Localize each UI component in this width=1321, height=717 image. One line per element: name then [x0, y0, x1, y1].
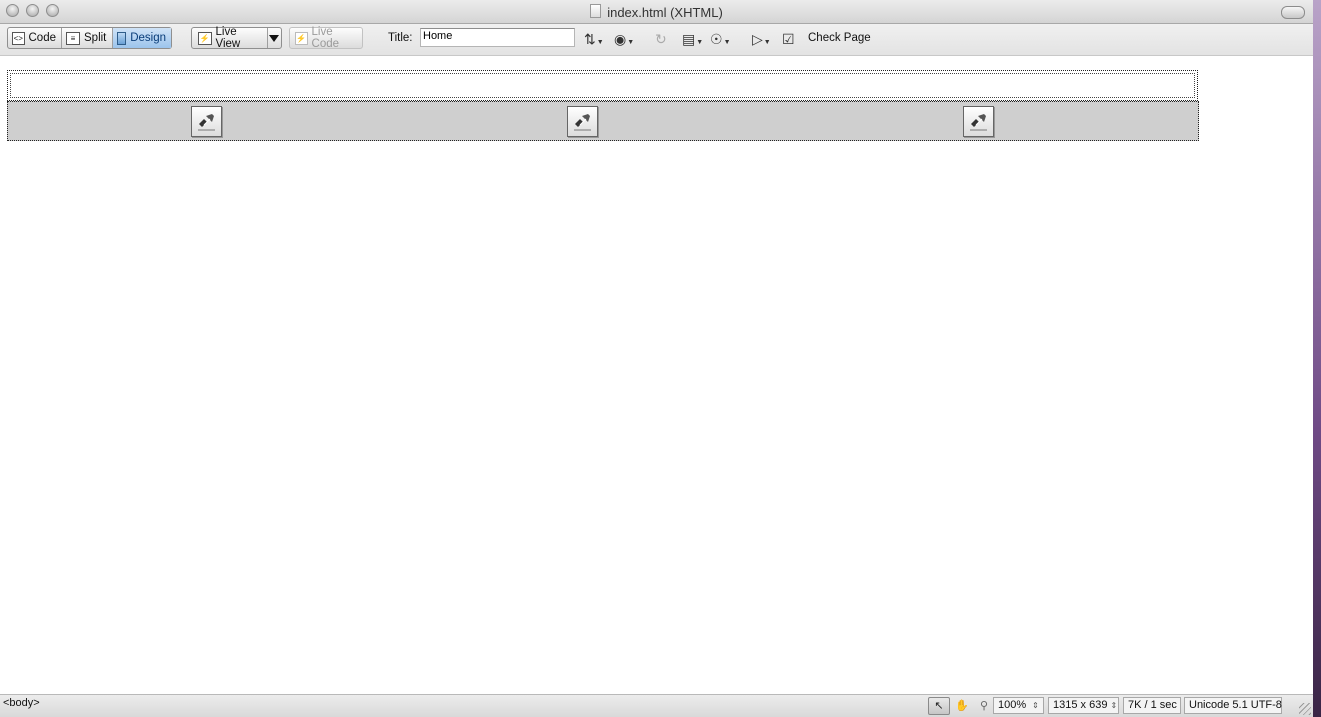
image-placeholder[interactable] [191, 106, 222, 137]
window-title: index.html (XHTML) [0, 4, 1313, 20]
plugin-placeholder-icon [198, 114, 215, 131]
magnifier-icon: ⚲ [979, 700, 989, 712]
page-title-label: Title: [388, 32, 413, 44]
check-page-icon: ☑ [782, 30, 795, 47]
refresh-icon: ↻ [655, 30, 667, 47]
tag-selector[interactable]: <body> [3, 697, 40, 709]
toolbar-toggle-button[interactable] [1281, 6, 1305, 19]
window-size-select[interactable]: 1315 x 639 ⇕ [1048, 697, 1119, 714]
zoom-tool[interactable]: ⚲ [974, 698, 994, 714]
code-view-button[interactable]: <> Code [8, 28, 62, 48]
zoom-value: 100% [998, 699, 1027, 711]
dropdown-arrow-icon: ▼ [763, 39, 771, 46]
design-view-icon [117, 31, 127, 45]
file-management-icon: ⇅ [584, 30, 596, 47]
view-options-button[interactable]: ☉ ▼ [710, 30, 731, 48]
globe-icon: ◉ [614, 30, 627, 47]
select-tool[interactable]: ↖ [928, 696, 950, 715]
navigation-bar[interactable] [7, 101, 1199, 141]
live-code-label: Live Code [311, 26, 340, 50]
header-inner-div[interactable] [10, 73, 1195, 98]
plugin-placeholder-icon [970, 114, 987, 131]
live-code-icon: ⚡ [295, 31, 308, 45]
eye-icon: ☉ [710, 30, 723, 47]
code-view-icon: <> [12, 31, 25, 45]
validate-markup-button[interactable]: ▷ ▼ [752, 30, 771, 48]
split-view-label: Split [84, 32, 107, 44]
design-canvas[interactable] [0, 56, 1313, 694]
window-size-value: 1315 x 639 [1053, 699, 1108, 711]
canvas-tools: ↖ ✋ ⚲ [928, 696, 994, 715]
live-code-button[interactable]: ⚡ Live Code [289, 26, 363, 50]
file-management-button[interactable]: ⇅ ▼ [584, 30, 604, 48]
dropdown-arrow-icon: ▼ [627, 39, 635, 46]
hand-tool[interactable]: ✋ [952, 698, 972, 714]
image-placeholder[interactable] [567, 106, 598, 137]
download-stats: 7K / 1 sec [1123, 697, 1181, 714]
stepper-arrows-icon: ⇕ [1110, 701, 1118, 710]
encoding-indicator: Unicode 5.1 UTF-8 [1184, 697, 1282, 714]
live-view-group: ⚡ Live View [191, 26, 282, 50]
dreamweaver-document-window: index.html (XHTML) <> Code ≡ Split Desig… [0, 0, 1313, 717]
download-stats-value: 7K / 1 sec [1128, 699, 1177, 711]
encoding-value: Unicode 5.1 UTF-8 [1189, 699, 1282, 711]
check-page-button[interactable]: ☑ [782, 30, 795, 48]
resize-grip[interactable] [1299, 703, 1311, 715]
dropdown-arrow-icon: ▼ [696, 39, 704, 46]
zoom-select[interactable]: 100% ⇕ [993, 697, 1044, 714]
live-view-label: Live View [215, 26, 241, 50]
document-toolbar: <> Code ≡ Split Design ⚡ Live View ⚡ Liv… [0, 24, 1313, 56]
plugin-placeholder-icon [574, 114, 591, 131]
header-div[interactable] [7, 70, 1198, 101]
dropdown-arrow-icon: ▼ [723, 39, 731, 46]
live-view-button[interactable]: ⚡ Live View [192, 26, 268, 50]
split-view-icon: ≡ [66, 31, 80, 45]
design-view-label: Design [130, 32, 166, 44]
validate-icon: ▷ [752, 30, 763, 47]
status-bar: <body> ↖ ✋ ⚲ 100% ⇕ 1315 x 639 ⇕ 7K / 1 se… [0, 694, 1313, 717]
page-title-input[interactable] [420, 28, 575, 47]
design-view-button[interactable]: Design [113, 28, 171, 48]
split-view-button[interactable]: ≡ Split [62, 28, 113, 48]
caret-down-icon [269, 34, 280, 42]
live-view-icon: ⚡ [198, 31, 212, 45]
arrow-pointer-icon: ↖ [934, 700, 944, 712]
desktop-background [1313, 0, 1321, 717]
visual-aids-button[interactable]: ▤ ▼ [682, 30, 703, 48]
stepper-arrows-icon: ⇕ [1032, 701, 1039, 710]
image-placeholder[interactable] [963, 106, 994, 137]
live-view-dropdown[interactable] [268, 28, 281, 48]
view-switcher: <> Code ≡ Split Design [7, 27, 172, 49]
refresh-button[interactable]: ↻ [655, 30, 667, 48]
dropdown-arrow-icon: ▼ [596, 39, 604, 46]
document-icon [590, 4, 602, 18]
code-view-label: Code [28, 32, 57, 44]
check-page-label[interactable]: Check Page [808, 32, 871, 44]
title-bar: index.html (XHTML) [0, 0, 1313, 24]
preview-browser-button[interactable]: ◉ ▼ [614, 30, 634, 48]
list-icon: ▤ [682, 30, 696, 47]
hand-icon: ✋ [955, 700, 969, 712]
window-title-text: index.html (XHTML) [607, 5, 723, 20]
